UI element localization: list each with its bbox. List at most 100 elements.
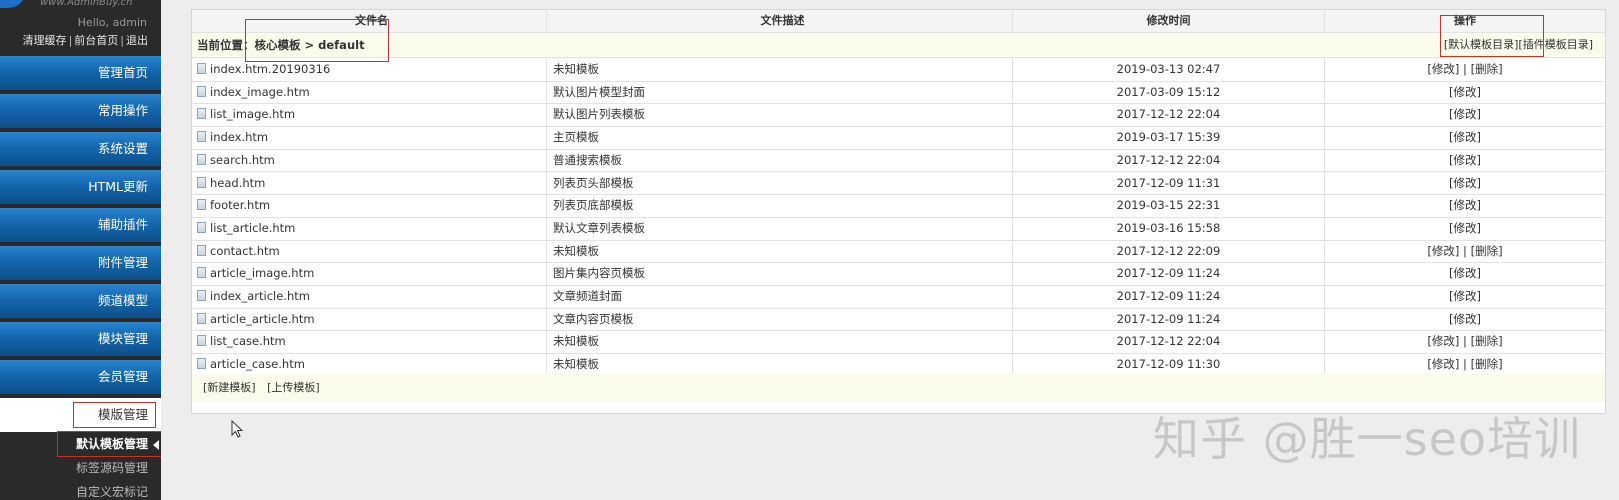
filename-link[interactable]: footer.htm [210,198,270,212]
edit-delete-actions[interactable]: [修改] [1449,85,1481,99]
edit-delete-actions[interactable]: [修改] | [删除] [1427,334,1502,348]
menu-item-plugins[interactable]: 辅助插件 [0,208,161,242]
menu-item-html-update[interactable]: HTML更新 [0,170,161,204]
new-template-link[interactable]: [新建模板] [203,381,256,394]
file-icon [197,176,206,188]
filename-cell: list_image.htm [192,103,547,127]
filename-link[interactable]: list_image.htm [210,107,295,121]
edit-delete-actions[interactable]: [修改] | [删除] [1427,357,1502,371]
filename-link[interactable]: article_case.htm [210,357,305,371]
modified-time-cell: 2017-12-12 22:04 [1013,103,1325,127]
description-cell: 主页模板 [547,126,1013,149]
menu-item-attachments[interactable]: 附件管理 [0,246,161,280]
mouse-cursor-icon [231,420,244,438]
filename-cell: contact.htm [192,239,547,263]
frontend-home-link[interactable]: 前台首页 [74,34,118,47]
filename-cell: article_article.htm [192,307,547,331]
modified-time-cell: 2019-03-15 22:31 [1013,194,1325,217]
description-cell: 普通搜索模板 [547,148,1013,172]
actions-cell: [修改] [1325,172,1605,195]
sidebar-submenu: 默认模板管理 标签源码管理 自定义宏标记 [0,431,161,500]
filename-link[interactable]: index_image.htm [210,85,310,99]
menu-item-modules[interactable]: 模块管理 [0,322,161,356]
filename-cell: index_article.htm [192,285,547,308]
filename-link[interactable]: head.htm [210,176,265,190]
clear-cache-link[interactable]: 清理缓存 [23,34,67,47]
edit-delete-actions[interactable]: [修改] [1449,153,1481,167]
modified-time-cell: 2017-03-09 15:12 [1013,80,1325,104]
submenu-tag-source[interactable]: 标签源码管理 [0,456,161,480]
actions-cell: [修改] [1325,217,1605,240]
upload-template-link[interactable]: [上传模板] [267,381,320,394]
edit-delete-actions[interactable]: [修改] [1449,312,1481,326]
filename-cell: index.htm.20190316 [192,58,547,81]
edit-delete-actions[interactable]: [修改] | [删除] [1427,62,1502,76]
menu-item-common-ops[interactable]: 常用操作 [0,94,161,128]
filename-link[interactable]: index.htm.20190316 [210,62,330,76]
filename-cell: list_case.htm [192,330,547,354]
filename-link[interactable]: article_article.htm [210,312,315,326]
filename-link[interactable]: list_article.htm [210,221,295,235]
table-row: list_article.htm 默认文章列表模板 2019-03-16 15:58… [192,216,1605,241]
menu-item-templates[interactable]: 模版管理 [0,398,161,432]
edit-delete-actions[interactable]: [修改] [1449,266,1481,280]
file-icon [197,244,206,256]
file-icon [197,221,206,233]
description-cell: 默认图片模型封面 [547,80,1013,104]
description-cell: 图片集内容页模板 [547,262,1013,285]
menu-item-members[interactable]: 会员管理 [0,360,161,394]
modified-time-cell: 2019-03-17 15:39 [1013,126,1325,149]
modified-time-cell: 2019-03-16 15:58 [1013,216,1325,240]
filename-link[interactable]: search.htm [210,153,275,167]
description-cell: 列表页头部模板 [547,171,1013,195]
file-icon [197,358,206,370]
description-cell: 未知模板 [547,330,1013,354]
file-icon [197,108,206,120]
filename-link[interactable]: article_image.htm [210,266,314,280]
description-cell: 默认图片列表模板 [547,103,1013,127]
actions-cell: [修改] [1325,149,1605,172]
menu-item-system-settings[interactable]: 系统设置 [0,132,161,166]
template-table: 文件名 文件描述 修改时间 操作 当前位置：核心模板 > default [默认… [191,9,1606,414]
filename-cell: index_image.htm [192,80,547,104]
logout-link[interactable]: 退出 [126,34,148,47]
file-icon [197,131,206,143]
filename-link[interactable]: index.htm [210,130,268,144]
filename-link[interactable]: contact.htm [210,244,280,258]
header-description: 文件描述 [547,10,1013,32]
filename-cell: head.htm [192,171,547,195]
table-row: index.htm.20190316 未知模板 2019-03-13 02:47 [修… [192,58,1605,82]
file-icon [197,153,206,165]
description-cell: 列表页底部模板 [547,194,1013,217]
actions-cell: [修改] [1325,103,1605,126]
edit-delete-actions[interactable]: [修改] [1449,221,1481,235]
edit-delete-actions[interactable]: [修改] [1449,289,1481,303]
edit-delete-actions[interactable]: [修改] | [删除] [1427,244,1502,258]
menu-item-admin-home[interactable]: 管理首页 [0,56,161,90]
submenu-default-templates[interactable]: 默认模板管理 [0,431,161,457]
filename-link[interactable]: index_article.htm [210,289,310,303]
file-icon [197,199,206,211]
table-row: footer.htm 列表页底部模板 2019-03-15 22:31 [修改] [192,194,1605,218]
filename-link[interactable]: list_case.htm [210,334,286,348]
actions-cell: [修改] [1325,81,1605,104]
edit-delete-actions[interactable]: [修改] [1449,107,1481,121]
table-row: search.htm 普通搜索模板 2017-12-12 22:04 [修改] [192,148,1605,173]
table-row: index_article.htm 文章频道封面 2017-12-09 11:24 [… [192,285,1605,309]
file-icon [197,290,206,301]
table-row: index_image.htm 默认图片模型封面 2017-03-09 15:12 [… [192,80,1605,105]
modified-time-cell: 2017-12-12 22:04 [1013,330,1325,354]
edit-delete-actions[interactable]: [修改] [1449,176,1481,190]
logo-icon [0,0,26,8]
table-row: article_article.htm 文章内容页模板 2017-12-09 11:… [192,307,1605,332]
modified-time-cell: 2019-03-13 02:47 [1013,58,1325,81]
edit-delete-actions[interactable]: [修改] [1449,198,1481,212]
actions-cell: [修改] | [删除] [1325,353,1605,376]
header-modified-time: 修改时间 [1013,10,1325,32]
submenu-custom-macros[interactable]: 自定义宏标记 [0,480,161,500]
menu-item-channel-models[interactable]: 频道模型 [0,284,161,318]
highlight-box [73,402,156,428]
filename-cell: article_image.htm [192,262,547,285]
edit-delete-actions[interactable]: [修改] [1449,130,1481,144]
description-cell: 默认文章列表模板 [547,216,1013,240]
